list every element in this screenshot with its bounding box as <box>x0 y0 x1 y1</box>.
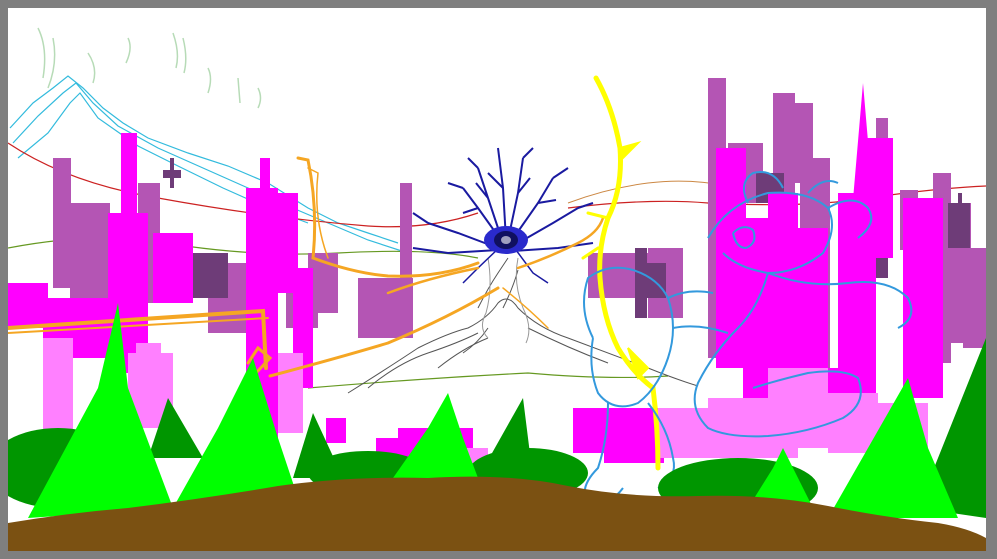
scene-svg <box>8 27 986 551</box>
drawing-canvas <box>8 8 986 551</box>
central-tree-trunk <box>482 257 530 344</box>
faint-sketch-marks <box>37 27 262 109</box>
canvas-frame <box>0 0 997 559</box>
navy-branching-eye <box>412 147 594 284</box>
eye-core <box>484 226 528 254</box>
